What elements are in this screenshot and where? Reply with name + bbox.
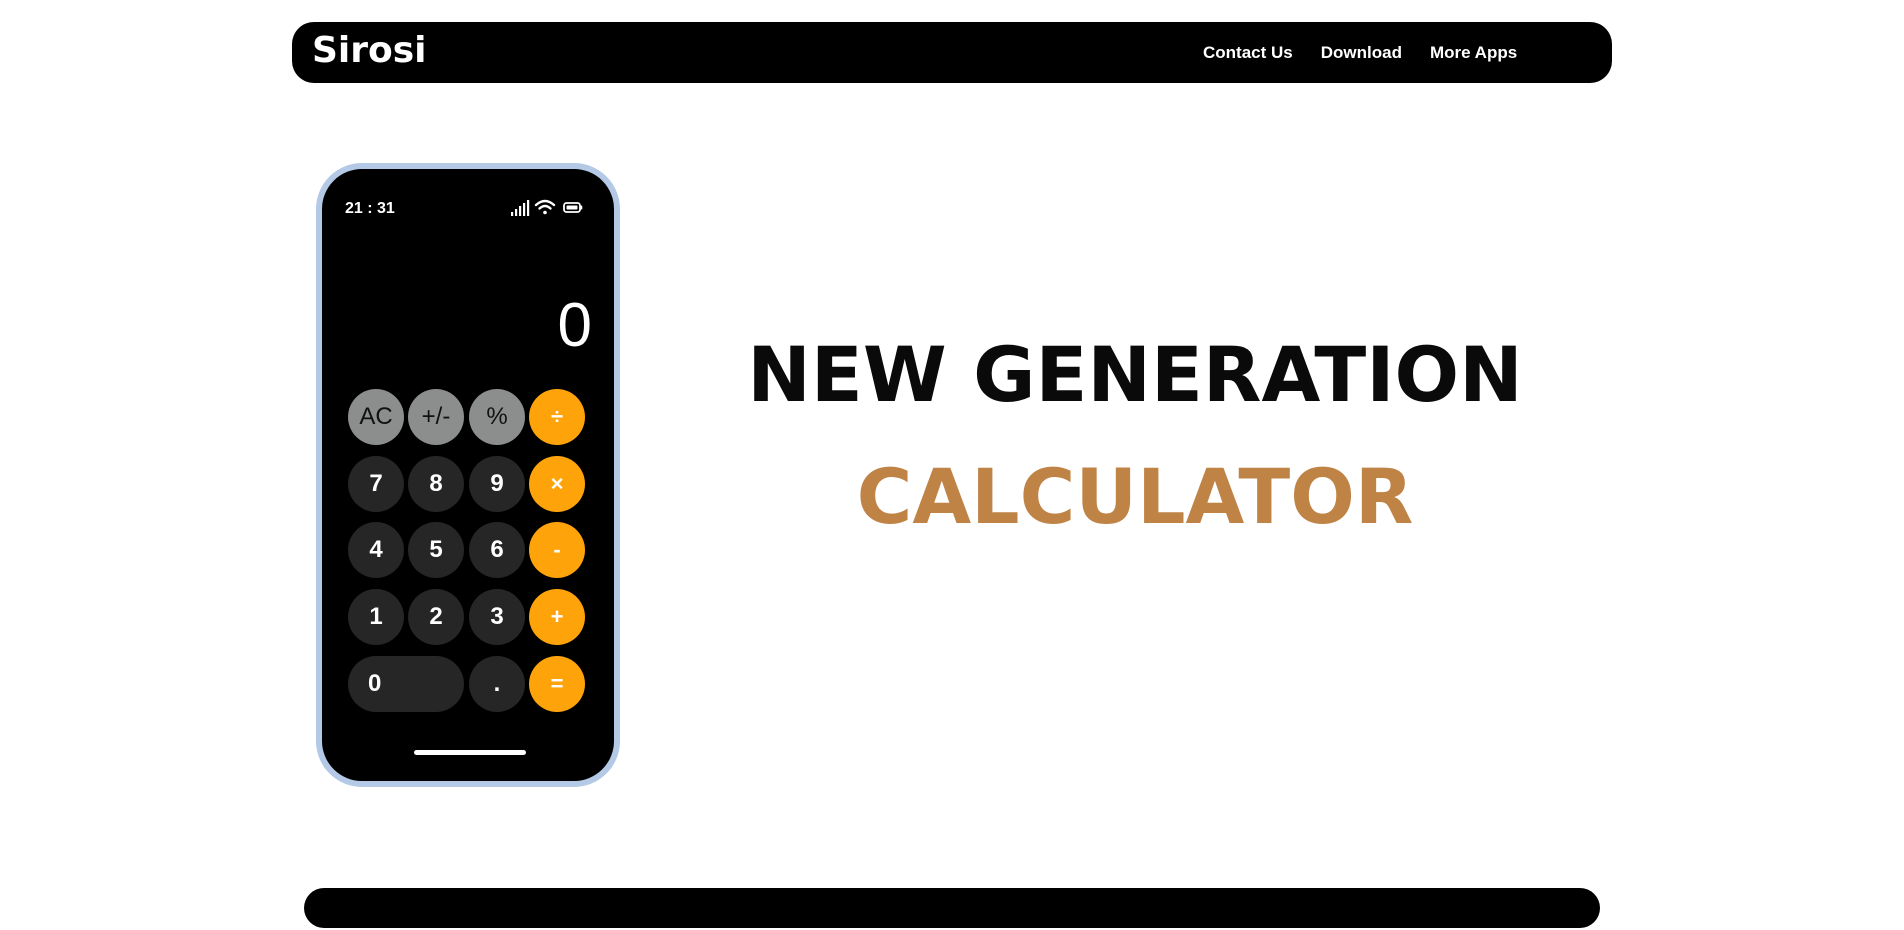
hero-headline: NEW GENERATION (747, 330, 1523, 419)
key-divide[interactable]: ÷ (529, 389, 585, 445)
battery-icon (563, 202, 583, 213)
key-subtract[interactable]: - (529, 522, 585, 578)
calculator-display: 0 (557, 291, 592, 360)
footer-bar (304, 888, 1600, 928)
key-6[interactable]: 6 (469, 522, 525, 578)
key-7[interactable]: 7 (348, 456, 404, 512)
key-8[interactable]: 8 (408, 456, 464, 512)
nav-link-more-apps[interactable]: More Apps (1430, 43, 1517, 63)
key-plus-minus[interactable]: +/- (408, 389, 464, 445)
home-indicator (414, 750, 526, 755)
key-1[interactable]: 1 (348, 589, 404, 645)
wifi-icon (534, 199, 556, 215)
page: Sirosi Contact Us Download More Apps 21 … (0, 0, 1904, 930)
key-0[interactable]: 0 (348, 656, 464, 712)
key-9[interactable]: 9 (469, 456, 525, 512)
hero-subheadline: CALCULATOR (856, 452, 1414, 541)
top-nav-bar: Sirosi Contact Us Download More Apps (292, 22, 1612, 83)
key-multiply[interactable]: × (529, 456, 585, 512)
key-3[interactable]: 3 (469, 589, 525, 645)
key-5[interactable]: 5 (408, 522, 464, 578)
key-all-clear[interactable]: AC (348, 389, 404, 445)
brand-logo[interactable]: Sirosi (312, 30, 427, 71)
key-equals[interactable]: = (529, 656, 585, 712)
nav-link-download[interactable]: Download (1321, 43, 1402, 63)
signal-icon (511, 200, 530, 216)
status-time: 21 : 31 (345, 200, 395, 217)
nav-link-contact-us[interactable]: Contact Us (1203, 43, 1293, 63)
key-add[interactable]: + (529, 589, 585, 645)
nav-links: Contact Us Download More Apps (1203, 22, 1517, 83)
phone-mockup: 21 : 31 0 AC +/- % ÷ 7 8 9 × 4 5 6 - 1 2… (316, 163, 620, 787)
key-decimal[interactable]: . (469, 656, 525, 712)
status-icons (509, 197, 589, 219)
key-percent[interactable]: % (469, 389, 525, 445)
key-4[interactable]: 4 (348, 522, 404, 578)
key-2[interactable]: 2 (408, 589, 464, 645)
